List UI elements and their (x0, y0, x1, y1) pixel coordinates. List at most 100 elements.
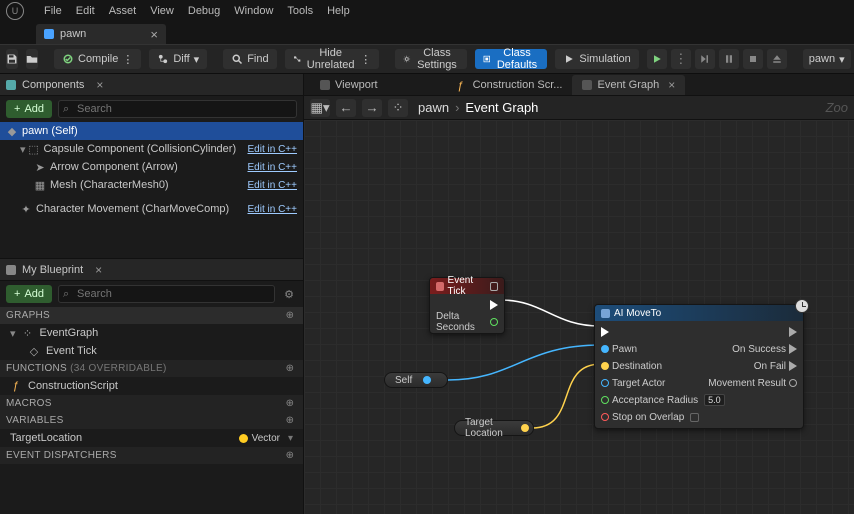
graphs-section-header[interactable]: GRAPHS ⊕ (0, 307, 303, 324)
vector-input-pin[interactable] (601, 362, 609, 370)
menu-asset[interactable]: Asset (109, 5, 137, 17)
tab-viewport[interactable]: Viewport (310, 75, 388, 95)
stop-button[interactable] (743, 49, 763, 69)
components-header[interactable]: Components × (0, 74, 303, 96)
node-target-location[interactable]: Target Location (454, 420, 534, 436)
dropdown-icon[interactable]: ⋮ (671, 49, 691, 69)
save-button[interactable] (6, 49, 18, 69)
edit-cpp-link[interactable]: Edit in C++ (248, 180, 297, 191)
tab-construction[interactable]: ƒ Construction Scr... (448, 75, 573, 95)
float-output-pin[interactable] (490, 318, 498, 326)
breadcrumb-root[interactable]: pawn (418, 100, 449, 115)
event-icon: ◇ (28, 345, 40, 357)
debug-object-combo[interactable]: pawn ▾ (803, 49, 851, 69)
bool-input-pin[interactable] (601, 413, 609, 421)
document-tab-row: pawn × (0, 22, 854, 44)
pause-button[interactable] (719, 49, 739, 69)
graph-list-button[interactable]: ⁘ (388, 99, 408, 117)
nav-back-button[interactable]: ← (336, 99, 356, 117)
node-event-tick[interactable]: Event Tick Delta Seconds (429, 277, 505, 334)
blueprint-icon (44, 29, 54, 39)
exec-output-pin[interactable] (490, 300, 498, 310)
compile-button[interactable]: Compile ⋮ (54, 49, 141, 69)
macros-section-header[interactable]: MACROS ⊕ (0, 395, 303, 412)
function-icon: ƒ (10, 380, 22, 392)
dispatchers-section-header[interactable]: EVENT DISPATCHERS ⊕ (0, 447, 303, 464)
breadcrumb-leaf[interactable]: Event Graph (465, 100, 538, 115)
add-macro-icon[interactable]: ⊕ (283, 398, 297, 409)
browse-button[interactable] (26, 49, 38, 69)
components-search-input[interactable] (58, 100, 297, 118)
edit-cpp-link[interactable]: Edit in C++ (248, 204, 297, 215)
node-ai-moveto[interactable]: AI MoveTo Pawn On Success Destination On… (594, 304, 804, 429)
add-component-button[interactable]: + Add (6, 100, 52, 118)
edit-cpp-link[interactable]: Edit in C++ (248, 144, 297, 155)
component-row-movement[interactable]: ✦ Character Movement (CharMoveComp) Edit… (0, 200, 303, 218)
menu-tools[interactable]: Tools (287, 5, 313, 17)
stop-overlap-checkbox[interactable] (690, 413, 699, 422)
add-blueprint-button[interactable]: + Add (6, 285, 52, 303)
add-dispatcher-icon[interactable]: ⊕ (283, 450, 297, 461)
event-graph-canvas[interactable]: Event Tick Delta Seconds Self Target Loc… (304, 120, 854, 514)
graph-eventgraph[interactable]: ▾ ⁘ EventGraph (0, 324, 303, 342)
menu-window[interactable]: Window (234, 5, 273, 17)
find-button[interactable]: Find (223, 49, 276, 69)
add-graph-icon[interactable]: ⊕ (283, 310, 297, 321)
class-defaults-button[interactable]: Class Defaults (475, 49, 547, 69)
graph-dropdown-button[interactable]: ▦▾ (310, 99, 330, 117)
latent-icon (795, 299, 809, 313)
tab-event-graph[interactable]: Event Graph × (572, 75, 685, 95)
skip-button[interactable] (695, 49, 715, 69)
function-construction[interactable]: ƒ ConstructionScript (0, 377, 303, 395)
object-output-pin[interactable] (423, 376, 431, 384)
breadcrumb: pawn › Event Graph (418, 100, 538, 115)
menu-edit[interactable]: Edit (76, 5, 95, 17)
diff-button[interactable]: Diff ▾ (149, 49, 207, 69)
variable-targetlocation[interactable]: TargetLocation Vector ▾ (0, 429, 303, 447)
menu-file[interactable]: File (44, 5, 62, 17)
component-row-self[interactable]: ◆ pawn (Self) (0, 122, 303, 140)
close-icon[interactable]: × (150, 28, 158, 41)
object-input-pin[interactable] (601, 345, 609, 353)
play-button[interactable] (647, 49, 667, 69)
enum-output-pin[interactable] (789, 379, 797, 387)
vector-output-pin[interactable] (521, 424, 529, 432)
float-input-pin[interactable] (601, 396, 609, 404)
component-row-capsule[interactable]: ▾ ⬚ Capsule Component (CollisionCylinder… (0, 140, 303, 158)
eject-button[interactable] (767, 49, 787, 69)
menu-debug[interactable]: Debug (188, 5, 220, 17)
blueprint-toolbar: Compile ⋮ Diff ▾ Find Hide Unrelated ⋮ C… (0, 44, 854, 74)
add-function-icon[interactable]: ⊕ (283, 363, 297, 374)
gear-icon[interactable]: ⚙ (281, 286, 297, 302)
myblueprint-search-input[interactable] (58, 285, 275, 303)
chevron-down-icon[interactable]: ▾ (288, 433, 293, 444)
acceptance-radius-value[interactable]: 5.0 (704, 394, 725, 406)
functions-section-header[interactable]: FUNCTIONS (34 OVERRIDABLE) ⊕ (0, 360, 303, 377)
exec-output-pin[interactable] (789, 327, 797, 337)
my-blueprint-panel: My Blueprint × + Add ⌕ ⚙ GRAPHS ⊕ ▾ ⁘ (0, 258, 303, 514)
edit-cpp-link[interactable]: Edit in C++ (248, 162, 297, 173)
exec-input-pin[interactable] (601, 327, 609, 337)
document-tab-pawn[interactable]: pawn × (36, 24, 166, 44)
add-variable-icon[interactable]: ⊕ (283, 415, 297, 426)
component-row-arrow[interactable]: ➤ Arrow Component (Arrow) Edit in C++ (0, 158, 303, 176)
my-blueprint-header[interactable]: My Blueprint × (0, 259, 303, 281)
hide-unrelated-button[interactable]: Hide Unrelated ⋮ (285, 49, 380, 69)
simulation-button[interactable]: Simulation (555, 49, 638, 69)
close-icon[interactable]: × (668, 78, 675, 92)
graph-icon: ⁘ (22, 327, 34, 339)
node-self[interactable]: Self (384, 372, 448, 388)
nav-forward-button[interactable]: → (362, 99, 382, 117)
menu-help[interactable]: Help (327, 5, 350, 17)
node-settings-icon[interactable] (490, 282, 498, 291)
close-icon[interactable]: × (96, 78, 103, 92)
menu-view[interactable]: View (150, 5, 174, 17)
graph-event-tick[interactable]: ◇ Event Tick (0, 342, 303, 360)
close-icon[interactable]: × (95, 263, 102, 277)
component-row-mesh[interactable]: ▦ Mesh (CharacterMesh0) Edit in C++ (0, 176, 303, 194)
variables-section-header[interactable]: VARIABLES ⊕ (0, 412, 303, 429)
exec-output-pin[interactable] (789, 344, 797, 354)
class-settings-button[interactable]: Class Settings (395, 49, 467, 69)
object-input-pin[interactable] (601, 379, 609, 387)
exec-output-pin[interactable] (789, 361, 797, 371)
